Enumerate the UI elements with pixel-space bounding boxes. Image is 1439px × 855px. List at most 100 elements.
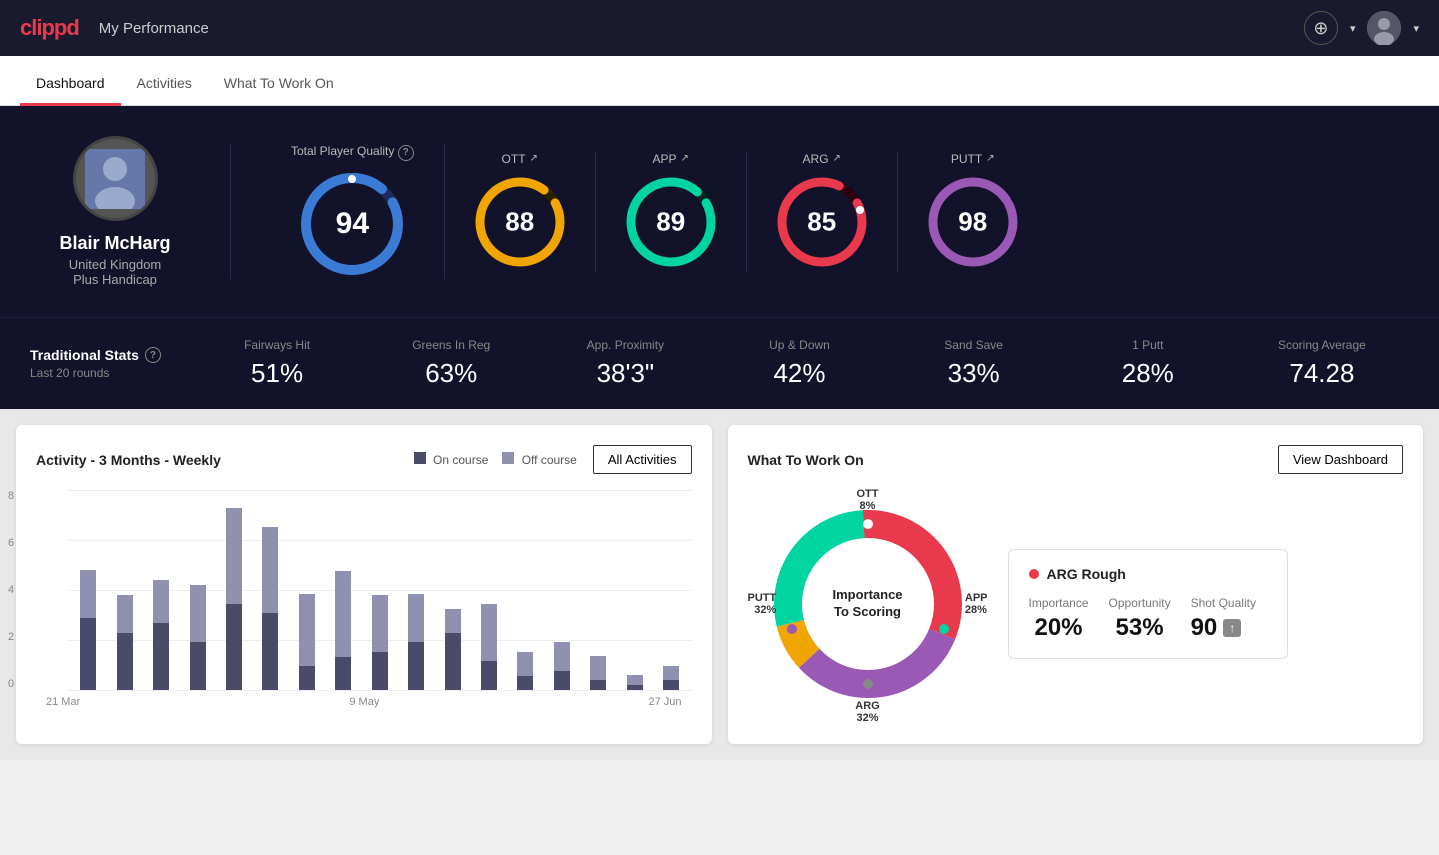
bar-stack [590, 656, 606, 690]
bar-dark-segment [153, 623, 169, 690]
bar-dark-segment [517, 676, 533, 690]
bar-group [582, 490, 614, 690]
player-avatar [73, 136, 158, 221]
bar-stack [445, 609, 461, 690]
stat-greens: Greens In Reg 63% [364, 338, 538, 389]
tab-what-to-work-on[interactable]: What To Work On [208, 61, 350, 106]
bar-group [619, 490, 651, 690]
on-course-dot [414, 452, 426, 464]
arg-value: 85 [807, 206, 836, 237]
avatar-dropdown[interactable]: ▾ [1413, 22, 1419, 35]
info-col-quality: Shot Quality 90 ↑ [1191, 596, 1256, 642]
chart-x-axis: 21 Mar 9 May 27 Jun [36, 696, 692, 708]
wtwo-content: Importance To Scoring OTT8% APP28% ARG32… [748, 484, 1404, 724]
bar-light-segment [153, 580, 169, 623]
bar-group [72, 490, 104, 690]
bar-group [509, 490, 541, 690]
bar-light-segment [262, 527, 278, 613]
opportunity-label: Opportunity [1109, 596, 1171, 610]
bar-light-segment [372, 595, 388, 652]
trad-stats-title: Traditional Stats ? [30, 347, 190, 363]
bar-light-segment [627, 675, 643, 685]
hero-section: Blair McHarg United Kingdom Plus Handica… [0, 106, 1439, 317]
stat-updown-value: 42% [712, 358, 886, 389]
chart-legend: On course Off course [414, 452, 577, 467]
bar-stack [627, 675, 643, 690]
tab-dashboard[interactable]: Dashboard [20, 61, 121, 106]
putt-score: PUTT ↗ 98 [898, 152, 1048, 272]
bar-group [400, 490, 432, 690]
stat-fairways-label: Fairways Hit [190, 338, 364, 352]
trad-stats-period: Last 20 rounds [30, 366, 190, 380]
bar-light-segment [481, 604, 497, 661]
quality-label: Shot Quality [1191, 596, 1256, 610]
bar-dark-segment [299, 666, 315, 690]
legend-on-course: On course [414, 452, 489, 467]
putt-gauge: 98 [923, 172, 1023, 272]
bar-stack [117, 595, 133, 690]
what-to-work-on-panel: What To Work On View Dashboard [728, 425, 1424, 744]
stat-greens-value: 63% [364, 358, 538, 389]
bar-group [181, 490, 213, 690]
ott-value: 88 [505, 206, 534, 237]
bar-group [655, 490, 687, 690]
add-button[interactable]: ⊕ [1304, 11, 1338, 45]
arg-donut-label: ARG32% [855, 700, 879, 724]
stat-updown: Up & Down 42% [712, 338, 886, 389]
bar-stack [335, 571, 351, 690]
app-label: APP ↗ [653, 152, 689, 166]
info-card-title: ARG Rough [1047, 566, 1126, 582]
bar-dark-segment [590, 680, 606, 690]
bar-dark-segment [335, 657, 351, 690]
bar-stack [517, 652, 533, 690]
bar-stack [226, 508, 242, 690]
bar-stack [372, 595, 388, 690]
bar-stack [299, 594, 315, 690]
tab-activities[interactable]: Activities [121, 61, 208, 106]
header-left: clippd My Performance [20, 15, 209, 41]
bar-light-segment [190, 585, 206, 642]
app-score: APP ↗ 89 [596, 152, 747, 272]
bar-light-segment [445, 609, 461, 633]
bar-group [327, 490, 359, 690]
bar-light-segment [299, 594, 315, 666]
total-gauge: 94 [297, 169, 407, 279]
bar-group [218, 490, 250, 690]
stat-sandsave-value: 33% [887, 358, 1061, 389]
chart-bars [68, 490, 692, 690]
bar-dark-segment [445, 633, 461, 690]
wtwo-title: What To Work On [748, 452, 864, 468]
quality-box: ↑ [1223, 619, 1241, 637]
putt-donut-label: PUTT32% [748, 592, 777, 616]
trad-help-icon[interactable]: ? [145, 347, 161, 363]
app-gauge: 89 [621, 172, 721, 272]
bar-light-segment [554, 642, 570, 671]
bar-group [546, 490, 578, 690]
bar-dark-segment [117, 633, 133, 690]
view-dashboard-button[interactable]: View Dashboard [1278, 445, 1403, 474]
bar-dark-segment [481, 661, 497, 690]
logo[interactable]: clippd [20, 15, 79, 41]
stat-proximity: App. Proximity 38'3" [538, 338, 712, 389]
bar-stack [663, 666, 679, 690]
hero-profile: Blair McHarg United Kingdom Plus Handica… [30, 136, 230, 287]
bar-stack [554, 642, 570, 690]
total-quality-value: 94 [336, 207, 369, 241]
all-activities-button[interactable]: All Activities [593, 445, 692, 474]
bar-dark-segment [226, 604, 242, 690]
bar-dark-segment [262, 613, 278, 690]
bottom-panels: Activity - 3 Months - Weekly On course O… [0, 409, 1439, 760]
traditional-stats: Traditional Stats ? Last 20 rounds Fairw… [0, 317, 1439, 409]
info-card-header: ARG Rough [1029, 566, 1267, 582]
bar-light-segment [408, 594, 424, 642]
bar-light-segment [80, 570, 96, 618]
stat-scoring-label: Scoring Average [1235, 338, 1409, 352]
ott-score: OTT ↗ 88 [445, 152, 596, 272]
chart-header: Activity - 3 Months - Weekly On course O… [36, 445, 692, 474]
add-dropdown[interactable]: ▾ [1350, 22, 1356, 35]
help-icon[interactable]: ? [398, 145, 414, 161]
hero-scores: Total Player Quality ? 94 OTT ↗ [230, 144, 1409, 279]
header: clippd My Performance ⊕ ▾ ▾ [0, 0, 1439, 56]
avatar[interactable] [1367, 11, 1401, 45]
stat-proximity-value: 38'3" [538, 358, 712, 389]
